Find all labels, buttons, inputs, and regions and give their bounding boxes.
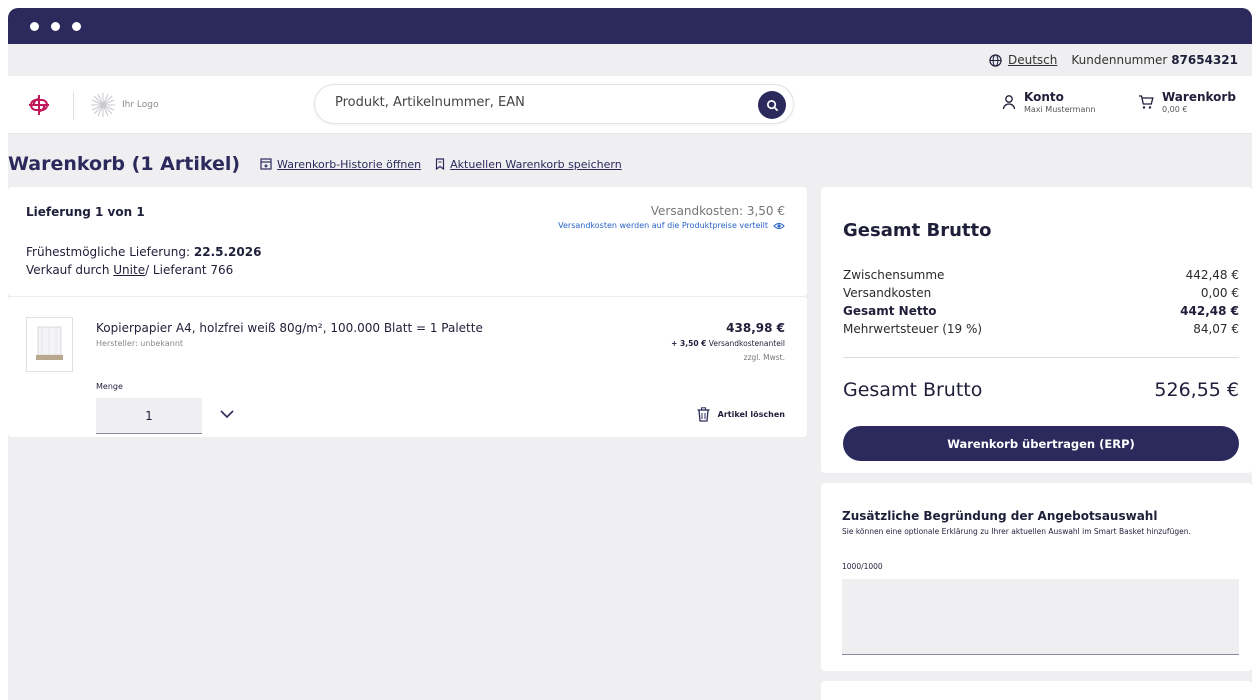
cart-item: Kopierpapier A4, holzfrei weiß 80g/m², 1… <box>8 296 807 437</box>
chevron-down-icon[interactable] <box>220 410 234 419</box>
customer-logo-text: Ihr Logo <box>122 100 159 110</box>
summary-total-label: Gesamt Brutto <box>843 379 983 401</box>
sunburst-logo-icon <box>91 93 115 117</box>
cart-label: Warenkorb <box>1162 90 1236 104</box>
summary-row-label: Versandkosten <box>843 286 932 300</box>
header-divider <box>73 92 74 120</box>
customer-number-value: 87654321 <box>1171 53 1238 67</box>
transfer-cart-button[interactable]: Warenkorb übertragen (ERP) <box>843 426 1239 461</box>
window-dot[interactable] <box>72 21 81 31</box>
summary-total-value: 526,55 € <box>1154 379 1239 401</box>
bookmark-icon <box>436 158 445 170</box>
quantity-label: Menge <box>96 382 123 391</box>
window-dot[interactable] <box>51 21 60 31</box>
customer-number-label: Kundennummer <box>1071 53 1168 67</box>
delivery-card: Lieferung 1 von 1 Versandkosten: 3,50 € … <box>8 187 807 296</box>
search-icon <box>766 99 778 111</box>
reason-card: Zusätzliche Begründung der Angebotsauswa… <box>821 483 1252 671</box>
shipping-share-label: Versandkostenanteil <box>708 339 785 348</box>
trash-icon <box>697 407 710 422</box>
summary-total: Gesamt Brutto 526,55 € <box>843 379 1239 401</box>
page-header: Warenkorb (1 Artikel) Warenkorb-Historie… <box>8 148 622 180</box>
cart-history-label[interactable]: Warenkorb-Historie öffnen <box>277 158 421 171</box>
account-name: Maxi Mustermann <box>1024 105 1096 114</box>
shipping-cost: Versandkosten: 3,50 € <box>650 204 785 218</box>
account-label: Konto <box>1024 90 1064 104</box>
customer-number: Kundennummer 87654321 <box>1071 53 1238 67</box>
summary-row: Mehrwertsteuer (19 %) 84,07 € <box>843 322 1239 336</box>
earliest-delivery: Frühestmögliche Lieferung: 22.5.2026 <box>26 245 261 259</box>
shipping-note-text: Versandkosten werden auf die Produktprei… <box>558 221 768 230</box>
delete-item-label: Artikel löschen <box>717 410 785 419</box>
globe-icon <box>989 53 1002 67</box>
seller-info: Verkauf durch Unite/ Lieferant 766 <box>26 263 233 277</box>
cart-total: 0,00 € <box>1162 105 1188 114</box>
top-utility-bar: Deutsch Kundennummer 87654321 <box>8 44 1252 76</box>
summary-row-value: 442,48 € <box>1180 304 1239 318</box>
save-cart-label[interactable]: Aktuellen Warenkorb speichern <box>450 158 622 171</box>
history-icon <box>260 158 272 170</box>
summary-row-value: 0,00 € <box>1200 286 1239 300</box>
summary-divider <box>843 357 1239 358</box>
product-name[interactable]: Kopierpapier A4, holzfrei weiß 80g/m², 1… <box>96 321 483 335</box>
delete-item-button[interactable]: Artikel löschen <box>697 407 785 422</box>
delivery-heading: Lieferung 1 von 1 <box>26 205 145 219</box>
summary-row-label: Mehrwertsteuer (19 %) <box>843 322 983 336</box>
language-label[interactable]: Deutsch <box>1008 53 1057 67</box>
summary-row-value: 84,07 € <box>1193 322 1239 336</box>
seller-link[interactable]: Unite <box>113 263 145 277</box>
summary-card: Gesamt Brutto Zwischensumme 442,48 € Vers… <box>821 187 1252 473</box>
summary-row-value: 442,48 € <box>1185 268 1239 282</box>
eye-icon <box>773 222 785 229</box>
additional-card <box>821 681 1252 700</box>
reason-heading: Zusätzliche Begründung der Angebotsauswa… <box>842 509 1158 523</box>
cart-icon <box>1139 95 1154 109</box>
seller-prefix: Verkauf durch <box>26 263 110 277</box>
window-titlebar <box>8 8 1252 44</box>
customer-logo: Ihr Logo <box>90 92 159 118</box>
search-bar <box>314 84 794 124</box>
search-input[interactable] <box>335 95 735 110</box>
page-title: Warenkorb (1 Artikel) <box>8 153 241 175</box>
shipping-share: + 3,50 € Versandkostenanteil <box>671 339 785 348</box>
reason-counter: 1000/1000 <box>842 562 883 571</box>
product-manufacturer: Hersteller: unbekannt <box>96 339 184 348</box>
shipping-note[interactable]: Versandkosten werden auf die Produktprei… <box>558 221 785 230</box>
cart-menu[interactable]: Warenkorb 0,00 € <box>1138 90 1236 116</box>
seller-suffix: / Lieferant 766 <box>145 263 234 277</box>
earliest-delivery-label: Frühestmögliche Lieferung: <box>26 245 191 259</box>
summary-heading: Gesamt Brutto <box>843 220 992 241</box>
cart-history-link[interactable]: Warenkorb-Historie öffnen <box>260 158 421 171</box>
product-image[interactable] <box>26 317 73 372</box>
summary-row: Zwischensumme 442,48 € <box>843 268 1239 282</box>
reason-textarea[interactable] <box>842 579 1239 655</box>
summary-row: Gesamt Netto 442,48 € <box>843 304 1239 318</box>
reason-description: Sie können eine optionale Erklärung zu I… <box>842 527 1191 536</box>
summary-row: Versandkosten 0,00 € <box>843 286 1239 300</box>
browser-window: Deutsch Kundennummer 87654321 Ihr Logo P… <box>8 8 1252 700</box>
summary-rows: Zwischensumme 442,48 € Versandkosten 0,00 … <box>843 268 1239 336</box>
tax-note: zzgl. Mwst. <box>743 353 785 362</box>
user-icon <box>1002 95 1016 110</box>
account-menu[interactable]: Konto Maxi Mustermann <box>1002 90 1096 116</box>
summary-row-label: Zwischensumme <box>843 268 945 282</box>
window-dot[interactable] <box>30 21 39 31</box>
summary-row-label: Gesamt Netto <box>843 304 937 318</box>
brand-logo-icon[interactable] <box>26 92 52 118</box>
quantity-input[interactable]: 1 <box>96 398 202 434</box>
paper-pallet-icon <box>36 326 63 360</box>
search-button[interactable] <box>758 91 786 119</box>
product-price: 438,98 € <box>726 321 785 335</box>
site-header: Ihr Logo Konto Maxi Mustermann Warenkorb… <box>8 76 1252 134</box>
language-selector[interactable]: Deutsch <box>989 53 1057 67</box>
earliest-delivery-date: 22.5.2026 <box>193 245 262 259</box>
shipping-share-amount: + 3,50 € <box>671 339 707 348</box>
save-cart-link[interactable]: Aktuellen Warenkorb speichern <box>435 158 622 171</box>
